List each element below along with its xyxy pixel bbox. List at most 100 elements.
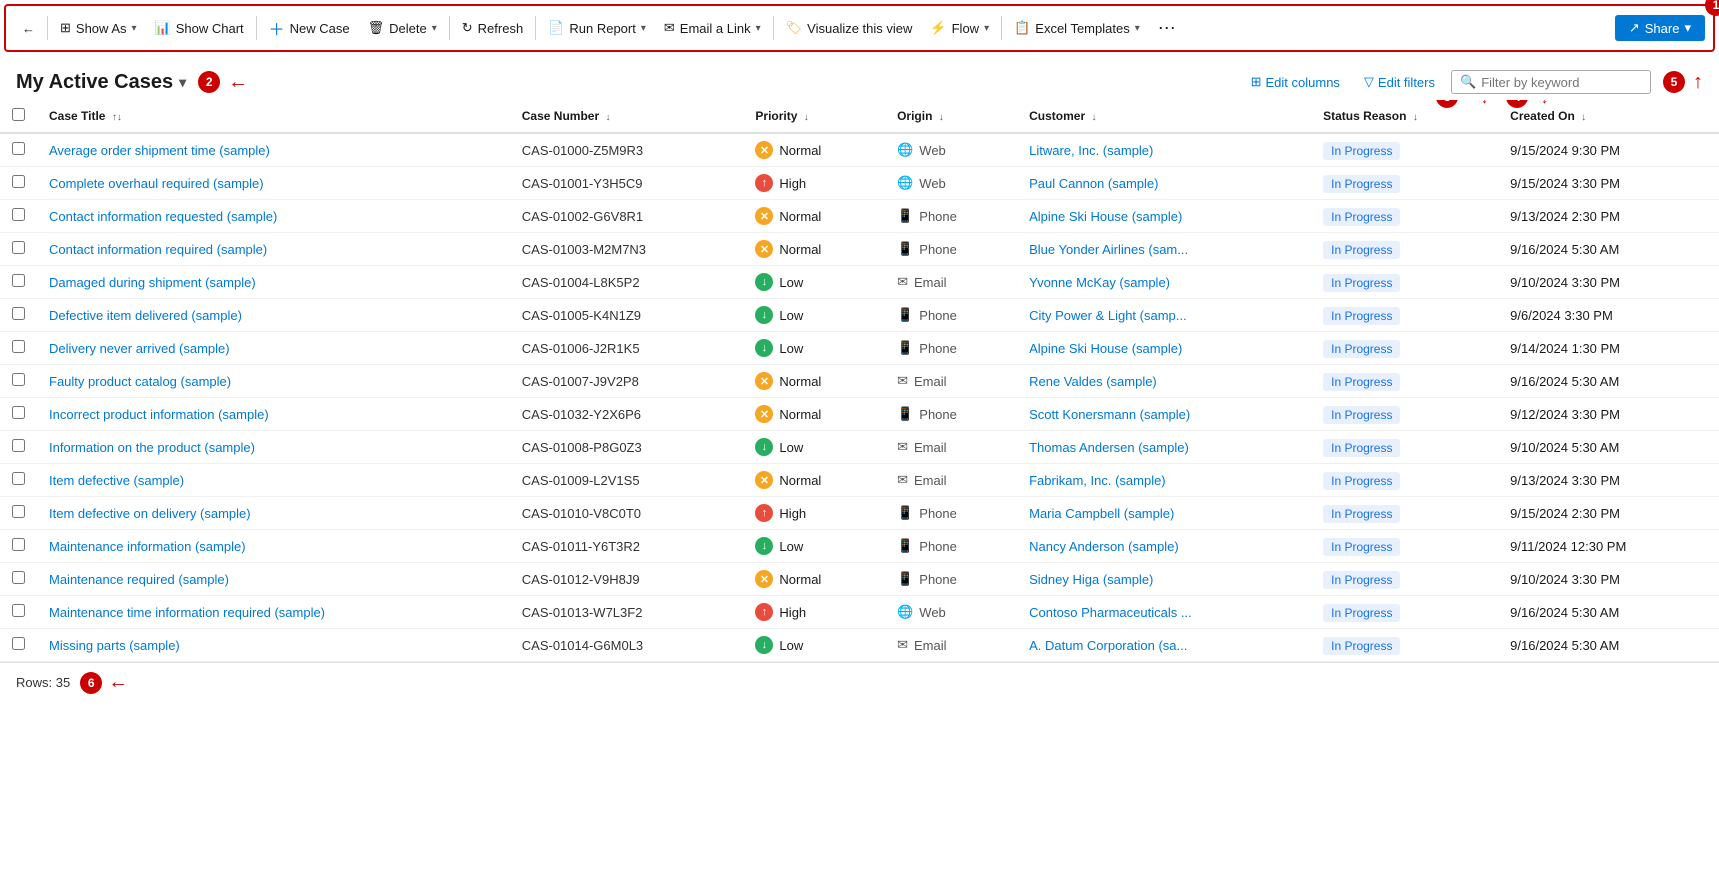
col-customer[interactable]: Customer ↓ [1017, 100, 1311, 133]
case-title-link[interactable]: Contact information requested (sample) [49, 209, 277, 224]
edit-columns-button[interactable]: ⊞ Edit columns [1243, 70, 1348, 94]
customer-link[interactable]: Fabrikam, Inc. (sample) [1029, 473, 1166, 488]
row-status: In Progress [1311, 266, 1498, 299]
customer-link[interactable]: Litware, Inc. (sample) [1029, 143, 1153, 158]
select-all-checkbox[interactable] [12, 108, 25, 121]
status-badge: In Progress [1323, 637, 1400, 655]
row-checkbox-cell [0, 167, 37, 200]
row-customer: City Power & Light (samp... [1017, 299, 1311, 332]
row-checkbox[interactable] [12, 505, 25, 518]
refresh-button[interactable]: ↻ Refresh [454, 16, 531, 40]
run-report-button[interactable]: 📄 Run Report ▾ [540, 16, 654, 40]
row-customer: Contoso Pharmaceuticals ... [1017, 596, 1311, 629]
row-checkbox[interactable] [12, 604, 25, 617]
excel-button[interactable]: 📋 Excel Templates ▾ [1006, 16, 1148, 40]
row-checkbox[interactable] [12, 208, 25, 221]
visualize-button[interactable]: 🏷 Visualize this view [778, 16, 921, 40]
case-title-link[interactable]: Maintenance time information required (s… [49, 605, 325, 620]
customer-link[interactable]: Alpine Ski House (sample) [1029, 209, 1182, 224]
edit-filters-button[interactable]: ▽ Edit filters [1356, 70, 1443, 94]
row-checkbox[interactable] [12, 340, 25, 353]
col-created-on[interactable]: Created On ↓ [1498, 100, 1719, 133]
flow-button[interactable]: ⚡ Flow ▾ [922, 16, 997, 40]
customer-link[interactable]: A. Datum Corporation (sa... [1029, 638, 1187, 653]
customer-link[interactable]: Yvonne McKay (sample) [1029, 275, 1170, 290]
col-origin[interactable]: Origin ↓ [885, 100, 1017, 133]
customer-link[interactable]: Scott Konersmann (sample) [1029, 407, 1190, 422]
row-checkbox[interactable] [12, 142, 25, 155]
row-customer: Scott Konersmann (sample) [1017, 398, 1311, 431]
show-as-button[interactable]: ⊞ Show As ▾ [52, 16, 145, 40]
customer-link[interactable]: Maria Campbell (sample) [1029, 506, 1174, 521]
row-checkbox[interactable] [12, 439, 25, 452]
row-case-number: CAS-01000-Z5M9R3 [510, 133, 744, 167]
case-title-link[interactable]: Maintenance information (sample) [49, 539, 246, 554]
row-created-on: 9/10/2024 3:30 PM [1498, 563, 1719, 596]
customer-link[interactable]: Nancy Anderson (sample) [1029, 539, 1179, 554]
priority-icon: ✕ [755, 570, 773, 588]
customer-link[interactable]: Alpine Ski House (sample) [1029, 341, 1182, 356]
case-title-link[interactable]: Contact information required (sample) [49, 242, 267, 257]
row-checkbox[interactable] [12, 406, 25, 419]
case-title-link[interactable]: Information on the product (sample) [49, 440, 255, 455]
row-status: In Progress [1311, 365, 1498, 398]
priority-label: Low [779, 539, 803, 554]
customer-link[interactable]: Rene Valdes (sample) [1029, 374, 1157, 389]
case-title-link[interactable]: Item defective on delivery (sample) [49, 506, 251, 521]
customer-link[interactable]: Paul Cannon (sample) [1029, 176, 1158, 191]
case-title-link[interactable]: Item defective (sample) [49, 473, 184, 488]
callout-badge-2: 2 [198, 71, 220, 93]
case-title-link[interactable]: Missing parts (sample) [49, 638, 180, 653]
priority-label: Low [779, 275, 803, 290]
customer-link[interactable]: Blue Yonder Airlines (sam... [1029, 242, 1188, 257]
case-title-link[interactable]: Faulty product catalog (sample) [49, 374, 231, 389]
callout-arrow-2: ← [228, 71, 248, 94]
col-priority[interactable]: Priority ↓ [743, 100, 885, 133]
filter-input[interactable] [1481, 75, 1642, 90]
status-badge: In Progress [1323, 439, 1400, 457]
delete-caret-icon: ▾ [432, 23, 437, 34]
row-case-number: CAS-01010-V8C0T0 [510, 497, 744, 530]
case-title-link[interactable]: Delivery never arrived (sample) [49, 341, 230, 356]
customer-link[interactable]: Sidney Higa (sample) [1029, 572, 1153, 587]
delete-button[interactable]: 🗑 Delete ▾ [360, 16, 445, 40]
customer-link[interactable]: Contoso Pharmaceuticals ... [1029, 605, 1192, 620]
row-checkbox[interactable] [12, 175, 25, 188]
more-options-button[interactable]: ⋯ [1150, 14, 1184, 43]
row-checkbox[interactable] [12, 637, 25, 650]
priority-label: Low [779, 341, 803, 356]
show-chart-button[interactable]: 📊 Show Chart [147, 16, 252, 40]
col-case-title[interactable]: Case Title ↑↓ [37, 100, 510, 133]
case-title-link[interactable]: Defective item delivered (sample) [49, 308, 242, 323]
row-status: In Progress [1311, 133, 1498, 167]
back-button[interactable]: ← [14, 17, 43, 40]
case-title-link[interactable]: Maintenance required (sample) [49, 572, 229, 587]
col-case-number[interactable]: Case Number ↓ [510, 100, 744, 133]
case-title-link[interactable]: Damaged during shipment (sample) [49, 275, 256, 290]
case-title-link[interactable]: Complete overhaul required (sample) [49, 176, 264, 191]
new-case-button[interactable]: ＋ New Case [261, 12, 358, 44]
table-row: Contact information required (sample) CA… [0, 233, 1719, 266]
row-checkbox[interactable] [12, 538, 25, 551]
row-checkbox[interactable] [12, 307, 25, 320]
row-checkbox[interactable] [12, 472, 25, 485]
case-title-link[interactable]: Incorrect product information (sample) [49, 407, 269, 422]
share-button[interactable]: ↗ Share ▾ [1615, 15, 1705, 41]
view-title-chevron-icon[interactable]: ▾ [179, 74, 186, 91]
filter-input-wrap[interactable]: 🔍 [1451, 70, 1651, 94]
status-badge: In Progress [1323, 472, 1400, 490]
row-checkbox[interactable] [12, 571, 25, 584]
status-badge: In Progress [1323, 406, 1400, 424]
customer-link[interactable]: Thomas Andersen (sample) [1029, 440, 1189, 455]
row-count: Rows: 35 [16, 675, 70, 690]
row-checkbox[interactable] [12, 274, 25, 287]
row-checkbox[interactable] [12, 373, 25, 386]
row-customer: Paul Cannon (sample) [1017, 167, 1311, 200]
col-status-reason[interactable]: Status Reason ↓ 3 ↓ 4 ↓ [1311, 100, 1498, 133]
case-title-link[interactable]: Average order shipment time (sample) [49, 143, 270, 158]
priority-icon: ↑ [755, 603, 773, 621]
email-link-button[interactable]: ✉ Email a Link ▾ [656, 16, 769, 40]
customer-link[interactable]: City Power & Light (samp... [1029, 308, 1187, 323]
origin-label: Email [914, 275, 947, 290]
row-checkbox[interactable] [12, 241, 25, 254]
